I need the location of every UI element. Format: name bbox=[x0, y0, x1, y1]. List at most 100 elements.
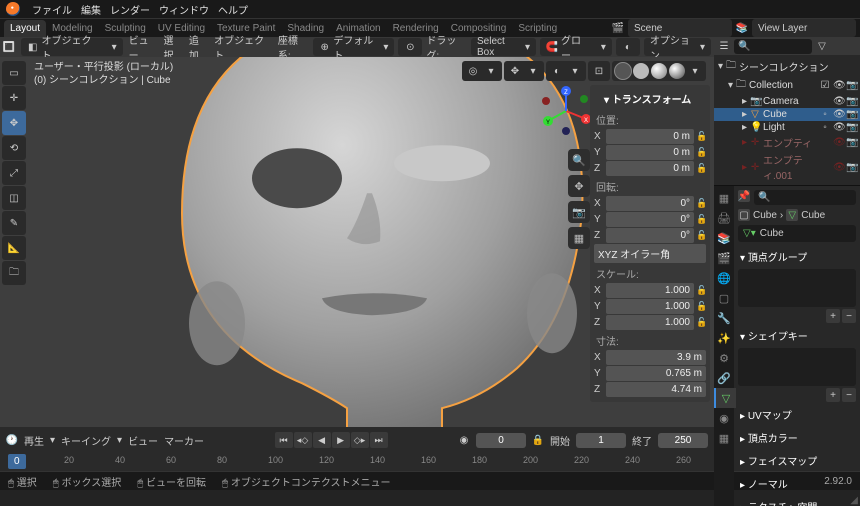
menu-window[interactable]: ウィンドウ bbox=[159, 2, 209, 17]
outliner-search[interactable]: 🔍 bbox=[734, 39, 812, 54]
tool-annotate[interactable]: ✎ bbox=[2, 211, 26, 235]
ptab-material[interactable]: ◉ bbox=[714, 408, 734, 428]
tl-view[interactable]: ビュー bbox=[128, 433, 158, 448]
scale-y[interactable]: 1.000 bbox=[606, 299, 694, 314]
camera-btn[interactable]: 📷 bbox=[568, 201, 590, 223]
timeline-ruler[interactable]: 0 20 40 60 80 100 120 140 160 180 200 22… bbox=[0, 453, 714, 471]
tree-cube[interactable]: ▸▽Cube◦👁📷 bbox=[714, 108, 860, 121]
menu-render[interactable]: レンダー bbox=[110, 2, 150, 17]
lock-icon[interactable]: 🔓 bbox=[696, 163, 706, 174]
autokey-icon[interactable]: ◉ bbox=[458, 434, 470, 446]
select-vis2[interactable]: ▾ bbox=[482, 63, 500, 79]
tree-camera[interactable]: ▸📷Camera👁📷 bbox=[714, 95, 860, 108]
eye-icon[interactable]: 👁 bbox=[833, 137, 843, 148]
shading-rendered[interactable] bbox=[668, 63, 686, 79]
tool-rotate[interactable]: ⟲ bbox=[2, 136, 26, 160]
eye-icon[interactable]: 👁 bbox=[833, 162, 843, 173]
sec-texspace[interactable]: ▸ テクスチャ空間 bbox=[738, 496, 856, 506]
pin-icon[interactable]: 📌 bbox=[738, 190, 750, 202]
render-icon[interactable]: 📷 bbox=[846, 96, 856, 107]
dim-x[interactable]: 3.9 m bbox=[606, 350, 706, 365]
drag-selector[interactable]: Select Box▾ bbox=[471, 38, 536, 56]
shading-dd[interactable]: ▾ bbox=[686, 63, 704, 79]
ptab-modifier[interactable]: 🔧 bbox=[714, 308, 734, 328]
snap-selector[interactable]: 🧲グロー…▾ bbox=[540, 38, 612, 56]
viewlayer-icon[interactable]: 📚 bbox=[736, 22, 748, 34]
transform-header[interactable]: ▾ トランスフォーム bbox=[594, 89, 706, 110]
ptab-texture[interactable]: ▦ bbox=[714, 428, 734, 448]
tool-transform[interactable]: ◫ bbox=[2, 186, 26, 210]
scale-z[interactable]: 1.000 bbox=[606, 315, 694, 330]
ptab-object[interactable]: ▢ bbox=[714, 288, 734, 308]
props-search[interactable]: 🔍 bbox=[754, 190, 856, 205]
shapekey-list[interactable] bbox=[738, 348, 856, 386]
sec-shapekey[interactable]: ▾ シェイプキー bbox=[738, 325, 856, 346]
vgroup-remove[interactable]: − bbox=[842, 309, 856, 323]
lock-range-icon[interactable]: 🔒 bbox=[532, 434, 544, 446]
ptab-render[interactable]: ▦ bbox=[714, 188, 734, 208]
outliner-type-icon[interactable]: ☰ bbox=[718, 40, 730, 52]
viewlayer-field[interactable]: View Layer bbox=[752, 19, 856, 37]
tool-select[interactable]: ▭ bbox=[2, 61, 26, 85]
ptab-physics[interactable]: ⚙ bbox=[714, 348, 734, 368]
lock-icon[interactable]: 🔓 bbox=[696, 317, 706, 328]
viewport-3d[interactable]: ▭ ✛ ✥ ⟲ ⤢ ◫ ✎ 📐 🗀 ユーザー・平行投影 (ローカル) (0) シ… bbox=[0, 57, 714, 427]
tree-collection[interactable]: ▾🗀Collection☑👁📷 bbox=[714, 76, 860, 95]
pan-btn[interactable]: ✥ bbox=[568, 175, 590, 197]
lock-icon[interactable]: 🔓 bbox=[696, 230, 706, 241]
frame-current[interactable]: 0 bbox=[476, 433, 526, 448]
lock-icon[interactable]: 🔓 bbox=[696, 198, 706, 209]
eye-icon[interactable]: 👁 bbox=[833, 109, 843, 120]
gizmo-dd[interactable]: ▾ bbox=[524, 63, 542, 79]
menu-help[interactable]: ヘルプ bbox=[218, 2, 248, 17]
ptab-particle[interactable]: ✨ bbox=[714, 328, 734, 348]
menu-edit[interactable]: 編集 bbox=[81, 2, 101, 17]
eye-icon[interactable]: 👁 bbox=[833, 80, 843, 91]
overlay-toggle[interactable]: ◐ bbox=[548, 63, 566, 79]
keyframe-next[interactable]: ◇▸ bbox=[351, 432, 369, 448]
tool-move[interactable]: ✥ bbox=[2, 111, 26, 135]
vgroup-list[interactable] bbox=[738, 269, 856, 307]
tool-cursor[interactable]: ✛ bbox=[2, 86, 26, 110]
editor-type-icon[interactable]: 🔳 bbox=[3, 41, 15, 53]
prop-edit[interactable]: ◐ bbox=[616, 38, 640, 56]
xray-toggle[interactable]: ⊡ bbox=[590, 63, 608, 79]
menu-file[interactable]: ファイル bbox=[32, 2, 72, 17]
keyframe-prev[interactable]: ◂◇ bbox=[294, 432, 312, 448]
play[interactable]: ▶ bbox=[332, 432, 350, 448]
select-vis[interactable]: ◎ bbox=[464, 63, 482, 79]
ptab-world[interactable]: 🌐 bbox=[714, 268, 734, 288]
persp-btn[interactable]: ▦ bbox=[568, 227, 590, 249]
render-icon[interactable]: 📷 bbox=[846, 162, 856, 173]
rot-x[interactable]: 0° bbox=[606, 196, 694, 211]
crumb-obj[interactable]: Cube bbox=[753, 210, 777, 221]
rot-mode[interactable]: XYZ オイラー角 bbox=[594, 244, 706, 263]
lock-icon[interactable]: 🔓 bbox=[696, 214, 706, 225]
jump-start[interactable]: ⏮ bbox=[275, 432, 293, 448]
pos-x[interactable]: 0 m bbox=[606, 129, 694, 144]
nav-gizmo[interactable]: X Y Z bbox=[540, 85, 592, 137]
tree-empty2[interactable]: ▸✛エンプティ.001👁📷 bbox=[714, 151, 860, 183]
play-reverse[interactable]: ◀ bbox=[313, 432, 331, 448]
lock-icon[interactable]: 🔓 bbox=[696, 301, 706, 312]
orientation-selector[interactable]: ⊕デフォルト▾ bbox=[313, 38, 394, 56]
tool-measure[interactable]: 📐 bbox=[2, 236, 26, 260]
resize-grip-icon[interactable]: ◢ bbox=[850, 495, 858, 506]
options-dropdown[interactable]: オプション▾ bbox=[644, 38, 711, 56]
shading-matprev[interactable] bbox=[650, 63, 668, 79]
mesh-name-field[interactable]: ▽▾Cube bbox=[738, 225, 856, 242]
tree-light[interactable]: ▸💡Light◦👁📷 bbox=[714, 121, 860, 134]
mode-selector[interactable]: ◧オブジェクト…▾ bbox=[21, 38, 123, 56]
lock-icon[interactable]: 🔓 bbox=[696, 285, 706, 296]
tree-empty1[interactable]: ▸✛エンプティ👁📷 bbox=[714, 134, 860, 151]
tl-keying[interactable]: キーイング bbox=[61, 433, 111, 448]
gizmo-toggle[interactable]: ✥ bbox=[506, 63, 524, 79]
pivot-selector[interactable]: ⊙ bbox=[398, 38, 422, 56]
shading-solid[interactable] bbox=[632, 63, 650, 79]
timeline-editor-icon[interactable]: 🕐 bbox=[6, 434, 18, 446]
crumb-mesh[interactable]: Cube bbox=[801, 210, 825, 221]
shading-wire[interactable] bbox=[614, 63, 632, 79]
dim-z[interactable]: 4.74 m bbox=[606, 382, 706, 397]
sec-facemap[interactable]: ▸ フェイスマップ bbox=[738, 450, 856, 471]
ptab-output[interactable]: 🖨 bbox=[714, 208, 734, 228]
